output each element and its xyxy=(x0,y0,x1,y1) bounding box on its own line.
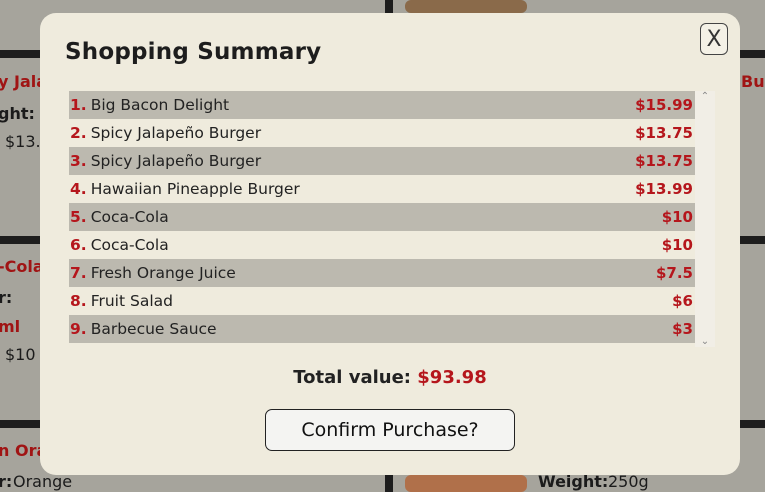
shopping-summary-modal: Shopping Summary X 1. Big Bacon Delight $1… xyxy=(40,13,740,475)
card-divider xyxy=(385,0,393,13)
item-name: Fresh Orange Juice xyxy=(90,264,236,282)
item-label: 2. Spicy Jalapeño Burger xyxy=(70,124,261,142)
product-image xyxy=(405,0,527,13)
total-value: $93.98 xyxy=(417,367,487,388)
chevron-down-icon[interactable]: ⌄ xyxy=(699,336,711,347)
item-number: 9. xyxy=(70,320,87,338)
item-price: $6 xyxy=(672,292,693,310)
confirm-purchase-button[interactable]: Confirm Purchase? xyxy=(265,409,515,451)
close-button[interactable]: X xyxy=(700,23,728,55)
item-name: Hawaiian Pineapple Burger xyxy=(90,180,300,198)
item-number: 2. xyxy=(70,124,87,142)
total-label: Total value: xyxy=(293,367,411,388)
item-price: $13.75 xyxy=(635,124,693,142)
product-label: r: xyxy=(0,472,13,491)
list-item: 6. Coca-Cola $10 xyxy=(69,231,695,259)
item-label: 1. Big Bacon Delight xyxy=(70,96,229,114)
modal-title: Shopping Summary xyxy=(65,39,322,65)
product-image xyxy=(405,475,527,492)
item-label: 9. Barbecue Sauce xyxy=(70,320,217,338)
card-divider xyxy=(385,475,393,492)
item-number: 8. xyxy=(70,292,87,310)
card-border xyxy=(740,50,765,58)
item-number: 1. xyxy=(70,96,87,114)
card-border xyxy=(0,420,40,428)
item-number: 7. xyxy=(70,264,87,282)
list-item: 8. Fruit Salad $6 xyxy=(69,287,695,315)
item-name: Coca-Cola xyxy=(90,208,169,226)
product-title: Bur xyxy=(741,72,765,91)
item-label: 6. Coca-Cola xyxy=(70,236,169,254)
product-title: -Cola xyxy=(0,257,44,276)
list-item: 5. Coca-Cola $10 xyxy=(69,203,695,231)
list-item: 9. Barbecue Sauce $3 xyxy=(69,315,695,343)
list-item: 4. Hawaiian Pineapple Burger $13.99 xyxy=(69,175,695,203)
card-border xyxy=(0,236,40,244)
item-name: Big Bacon Delight xyxy=(90,96,230,114)
item-price: $13.75 xyxy=(635,152,693,170)
list-item: 2. Spicy Jalapeño Burger $13.75 xyxy=(69,119,695,147)
list-scrollbar[interactable]: ⌃ ⌄ xyxy=(695,91,715,347)
item-price: $7.5 xyxy=(655,264,693,282)
item-number: 5. xyxy=(70,208,87,226)
item-price: $15.99 xyxy=(635,96,693,114)
chevron-up-icon[interactable]: ⌃ xyxy=(699,91,711,102)
list-item: 1. Big Bacon Delight $15.99 xyxy=(69,91,695,119)
product-price: $10 xyxy=(5,345,36,364)
item-label: 7. Fresh Orange Juice xyxy=(70,264,236,282)
item-name: Spicy Jalapeño Burger xyxy=(90,152,262,170)
item-price: $3 xyxy=(672,320,693,338)
cart-items: 1. Big Bacon Delight $15.99 2. Spicy Jalapeñ… xyxy=(69,91,695,343)
item-name: Barbecue Sauce xyxy=(90,320,217,338)
product-label: r: xyxy=(0,288,13,307)
item-label: 3. Spicy Jalapeño Burger xyxy=(70,152,261,170)
close-icon: X xyxy=(706,26,722,52)
cart-items-list[interactable]: 1. Big Bacon Delight $15.99 2. Spicy Jalapeñ… xyxy=(69,91,715,347)
total-summary: Total value: $93.98 xyxy=(40,367,740,388)
list-item: 7. Fresh Orange Juice $7.5 xyxy=(69,259,695,287)
list-item: 3. Spicy Jalapeño Burger $13.75 xyxy=(69,147,695,175)
item-label: 5. Coca-Cola xyxy=(70,208,169,226)
item-name: Coca-Cola xyxy=(90,236,169,254)
product-extra: ml xyxy=(0,317,21,336)
item-number: 6. xyxy=(70,236,87,254)
item-price: $10 xyxy=(661,208,693,226)
item-label: 8. Fruit Salad xyxy=(70,292,173,310)
item-price: $10 xyxy=(661,236,693,254)
product-label: ght: xyxy=(0,104,35,123)
item-number: 3. xyxy=(70,152,87,170)
card-border xyxy=(740,420,765,428)
item-name: Fruit Salad xyxy=(90,292,173,310)
item-number: 4. xyxy=(70,180,87,198)
card-border xyxy=(0,50,40,58)
item-label: 4. Hawaiian Pineapple Burger xyxy=(70,180,300,198)
card-border xyxy=(740,236,765,244)
item-price: $13.99 xyxy=(635,180,693,198)
item-name: Spicy Jalapeño Burger xyxy=(90,124,262,142)
